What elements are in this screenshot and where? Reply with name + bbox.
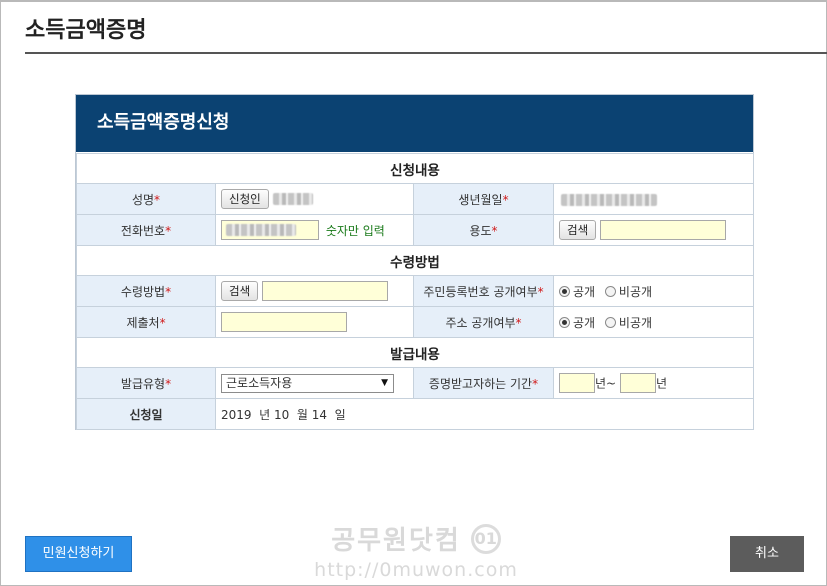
redacted-birthdate [561, 193, 657, 206]
birth-label: 생년월일* [413, 183, 554, 215]
title-divider [25, 52, 827, 54]
period-label: 증명받고자하는 기간* [413, 367, 554, 399]
period-cell: 년~ 년 [553, 367, 754, 399]
redacted-name [272, 193, 313, 205]
rrn-public-radio[interactable] [559, 285, 570, 297]
period-end-unit: 년 [655, 376, 667, 391]
period-end-year-input[interactable] [619, 373, 656, 393]
rrn-private-radio[interactable] [604, 285, 616, 297]
purpose-cell: 검색 [553, 214, 754, 246]
purpose-input[interactable] [600, 220, 726, 240]
watermark: 공무원닷컴 01 http://0muwon.com [301, 520, 531, 586]
receive-method-cell: 검색 [215, 275, 414, 307]
address-public-label: 공개 [573, 315, 596, 330]
name-cell: 신청인 [215, 183, 414, 215]
phone-label: 전화번호* [76, 214, 216, 246]
watermark-text: 공무원닷컴 [331, 526, 461, 556]
section-issue-header: 발급내용 [76, 337, 754, 368]
submit-application-button[interactable]: 민원신청하기 [25, 536, 132, 572]
apply-date-cell: 2019 년 10 월 14 일 [215, 398, 754, 430]
address-disclose-label: 주소 공개여부* [413, 306, 554, 338]
phone-cell: 숫자만 입력 [215, 214, 414, 246]
submit-to-cell [215, 306, 414, 338]
receive-method-label: 수령방법* [76, 275, 216, 307]
receive-method-search-button[interactable]: 검색 [221, 281, 259, 301]
rrn-private-label: 비공개 [618, 284, 653, 299]
name-label: 성명* [76, 183, 216, 215]
issue-type-select[interactable]: 근로소득자용 ▼ [221, 373, 394, 393]
address-disclose-cell: 공개 비공개 [553, 306, 754, 338]
redacted-phone [226, 224, 296, 236]
period-start-unit: 년~ [595, 376, 617, 391]
receive-method-input[interactable] [262, 281, 388, 301]
section-apply-header: 신청내용 [76, 153, 754, 184]
purpose-search-button[interactable]: 검색 [559, 220, 597, 240]
watermark-url: http://0muwon.com [314, 559, 518, 581]
purpose-label: 용도* [413, 214, 554, 246]
address-private-radio[interactable] [604, 316, 616, 328]
application-form-panel: 소득금액증명신청 신청내용 성명* 신청인 생년월일* 전화번호* 숫자만 입력… [75, 94, 754, 430]
birth-cell [553, 183, 754, 215]
issue-type-selected-value: 근로소득자용 [226, 375, 293, 390]
apply-date-value: 2019 년 10 월 14 일 [221, 407, 346, 422]
phone-input[interactable] [221, 220, 319, 240]
application-form-table: 신청내용 성명* 신청인 생년월일* 전화번호* 숫자만 입력 용도* 검색 수… [76, 153, 754, 430]
submit-to-label: 제출처* [76, 306, 216, 338]
rrn-disclose-cell: 공개 비공개 [553, 275, 754, 307]
rrn-disclose-label: 주민등록번호 공개여부* [413, 275, 554, 307]
page-title: 소득금액증명 [25, 18, 147, 43]
issue-type-cell: 근로소득자용 ▼ [215, 367, 414, 399]
phone-hint: 숫자만 입력 [325, 223, 385, 238]
dropdown-arrow-icon: ▼ [381, 377, 388, 388]
cancel-button[interactable]: 취소 [730, 536, 804, 572]
submit-to-input[interactable] [221, 312, 347, 332]
section-receive-header: 수령방법 [76, 245, 754, 276]
period-start-year-input[interactable] [559, 373, 595, 393]
issue-type-label: 발급유형* [76, 367, 216, 399]
address-public-radio[interactable] [559, 316, 570, 328]
panel-title: 소득금액증명신청 [76, 95, 753, 152]
rrn-public-label: 공개 [573, 284, 596, 299]
address-private-label: 비공개 [618, 315, 653, 330]
watermark-logo-icon: 01 [470, 523, 501, 554]
applicant-button[interactable]: 신청인 [221, 189, 269, 209]
app-window: 소득금액증명 소득금액증명신청 신청내용 성명* 신청인 생년월일* 전화번호*… [0, 0, 827, 586]
apply-date-label: 신청일 [76, 398, 216, 430]
